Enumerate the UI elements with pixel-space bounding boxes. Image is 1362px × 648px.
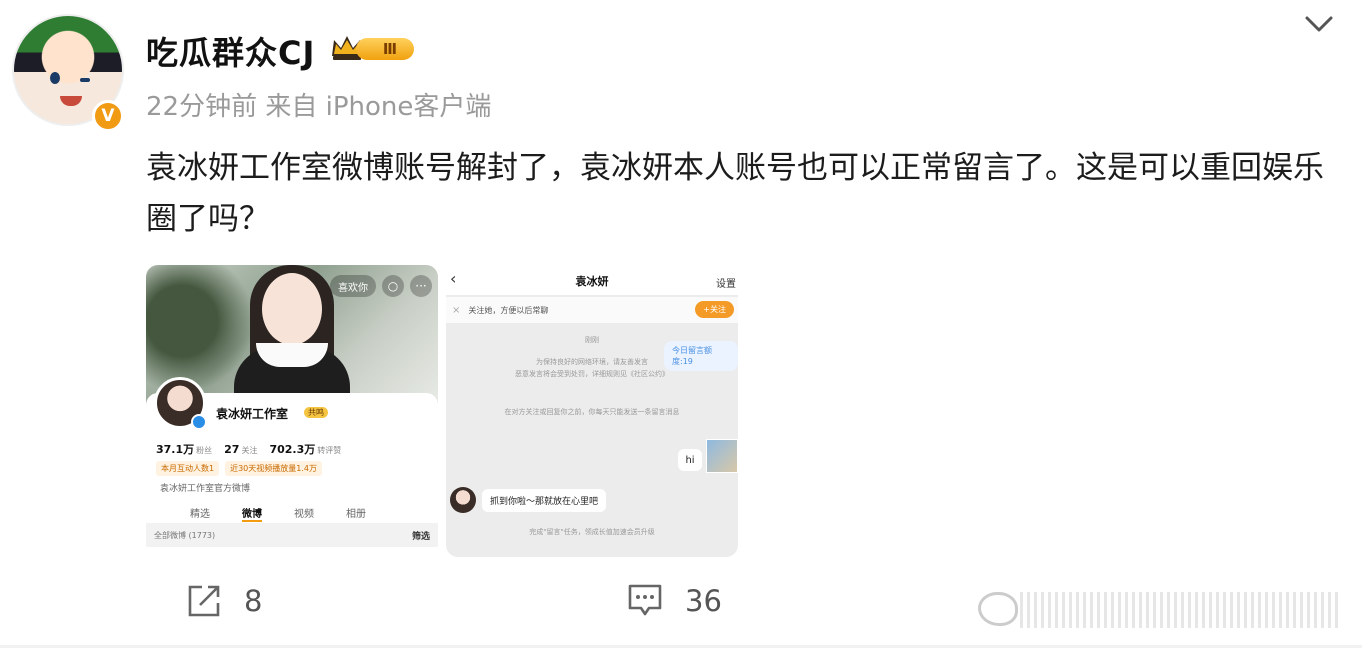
chat-settings: 设置 (716, 279, 736, 290)
contact-message: 抓到你啦～那就放在心里吧 (482, 489, 607, 512)
level-label: Ⅲ (356, 38, 414, 60)
contact-avatar (450, 487, 476, 513)
tab-featured: 精选 (190, 509, 210, 520)
chat-header: ‹ 袁冰妍 设置 (446, 265, 738, 295)
stat-following: 27 关注 (224, 443, 258, 456)
username[interactable]: 吃瓜群众CJ (146, 28, 315, 74)
weibo-post: V 吃瓜群众CJ Ⅲ 22分钟前 来自 iPhone客户端 袁冰妍工作室微博账号… (0, 0, 1362, 648)
profile-tabs: 精选 微博 视频 相册 (190, 505, 366, 522)
filter-label: 筛选 (411, 531, 430, 542)
close-icon: × (452, 304, 461, 316)
avatar-eyes (48, 72, 92, 86)
tab-weibo: 微博 (242, 505, 262, 522)
blue-verified-icon (191, 414, 207, 430)
tab-album: 相册 (346, 509, 366, 520)
profile-tag-item: 近30天视频播放量1.4万 (225, 461, 322, 476)
like-pill: 喜欢你 (330, 275, 376, 297)
share-count: 8 (244, 584, 263, 618)
profile-stats: 37.1万 粉丝 27 关注 702.3万 转评赞 (156, 441, 341, 457)
task-footer: 完成"留言"任务，领成长值加速会员升级 (529, 528, 655, 536)
my-avatar (706, 439, 738, 473)
all-weibo-count: 全部微博 (1773) (154, 530, 216, 540)
more-icon: ··· (410, 275, 432, 297)
watermark-text (1020, 592, 1340, 628)
post-text: 袁冰妍工作室微博账号解封了，袁冰妍本人账号也可以正常留言了。这是可以重回娱乐圈了… (146, 150, 1324, 237)
profile-screenshot-image[interactable]: 喜欢你 ○ ··· 袁冰妍工作室 共鸣 37.1万 粉丝 27 关注 702.3万转… (146, 265, 438, 557)
follow-prompt: 关注她，方便以后常聊 (468, 305, 549, 315)
chat-screenshot-image[interactable]: ‹ 袁冰妍 设置 × 关注她，方便以后常聊 +关注 刚刚 今日留言额度:19 为… (446, 265, 738, 557)
post-meta: 22分钟前 来自 iPhone客户端 (146, 92, 492, 122)
comment-count: 36 (685, 584, 722, 618)
my-message: hi (678, 449, 702, 471)
profile-top-actions: 喜欢你 ○ ··· (330, 275, 432, 297)
weibo-watermark (978, 586, 1358, 634)
notice-line-2: 恶意发言将会受到处罚，详细规则见《社区公约》 (515, 370, 669, 378)
profile-tags: 本月互动人数1 近30天视频播放量1.4万 (156, 461, 322, 476)
profile-avatar (154, 377, 207, 430)
weibo-filter-bar: 全部微博 (1773) 筛选 (146, 523, 438, 547)
chat-title: 袁冰妍 (575, 275, 609, 288)
tab-video: 视频 (294, 509, 314, 520)
verified-badge-icon: V (92, 100, 124, 132)
notice-line-1: 为保持良好的网络环境，请友善发言 (536, 358, 648, 366)
profile-tag: 共鸣 (304, 407, 328, 418)
chevron-down-icon[interactable] (1303, 12, 1335, 36)
profile-tag-item: 本月互动人数1 (156, 461, 220, 476)
stat-fans: 37.1万 粉丝 (156, 443, 213, 456)
limit-notice: 在对方关注或回复你之前，你每天只能发送一条留言消息 (504, 408, 680, 416)
comment-icon[interactable] (627, 583, 663, 617)
stat-interactions: 702.3万 转评赞 (269, 443, 342, 456)
follow-prompt-bar: × 关注她，方便以后常聊 +关注 (446, 297, 738, 323)
share-icon[interactable] (186, 583, 222, 619)
avatar-mouth (60, 96, 82, 106)
profile-description: 袁冰妍工作室官方微博 (160, 484, 251, 494)
member-level-badge[interactable]: Ⅲ (330, 32, 414, 64)
weibo-logo-icon (978, 592, 1018, 626)
profile-name: 袁冰妍工作室 (216, 407, 289, 421)
search-icon: ○ (382, 275, 404, 297)
cover-face (262, 273, 322, 345)
follow-button: +关注 (695, 301, 734, 318)
